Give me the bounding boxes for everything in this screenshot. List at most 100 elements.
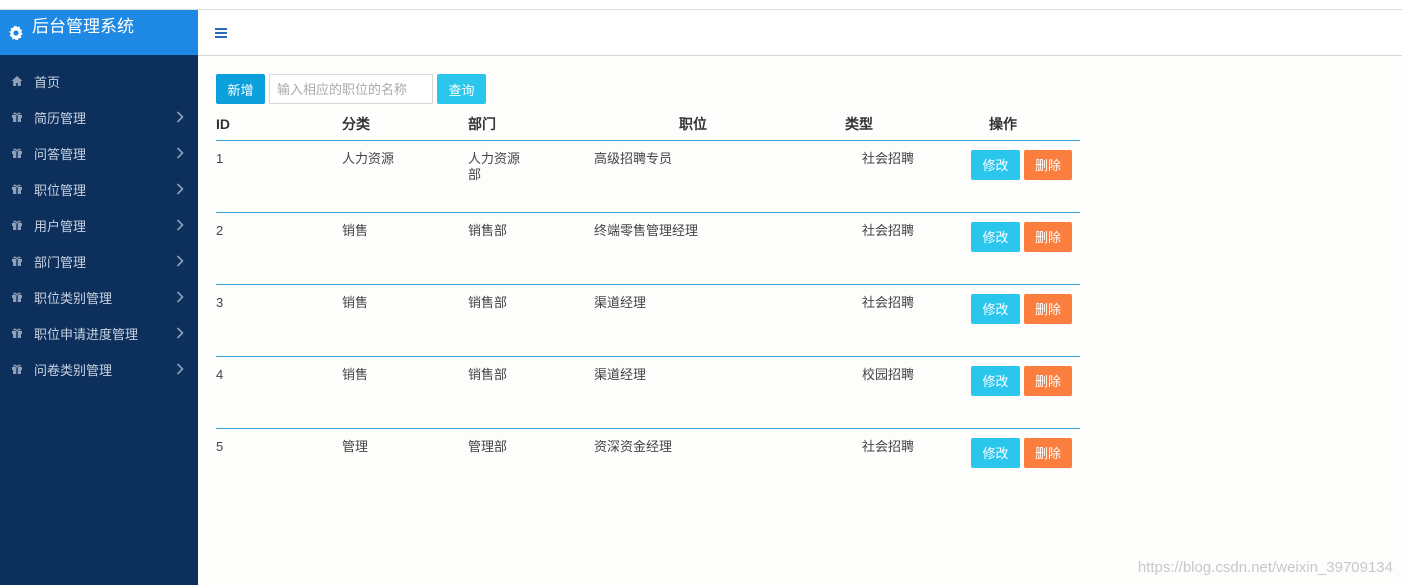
row-actions: 修改 删除 (971, 149, 1080, 180)
cell-id: 2 (216, 212, 342, 285)
gift-icon (12, 328, 22, 338)
gift-icon (12, 112, 22, 122)
header-type: 类型 (792, 108, 926, 141)
table-row: 3 销售 销售部 渠道经理 社会招聘 修改 删除 (216, 284, 1080, 357)
sidebar-item-label: 职位申请进度管理 (34, 326, 139, 342)
sidebar-item-label: 用户管理 (34, 218, 87, 234)
table-row: 2 销售 销售部 终端零售管理经理 社会招聘 修改 删除 (216, 212, 1080, 285)
cell-type: 社会招聘 (862, 438, 915, 454)
sidebar: 后台管理系统 首页 简历管理问答管理职位管理用户管理部门管理职位类别管理职位申请进… (0, 10, 198, 585)
chevron-right-icon (176, 327, 184, 339)
sidebar-item[interactable]: 首页 (0, 63, 198, 99)
sidebar-item-label: 问卷类别管理 (34, 362, 113, 378)
delete-button[interactable]: 删除 (1024, 437, 1072, 468)
cell-position: 终端零售管理经理 (594, 212, 792, 285)
cell-department: 销售部 (468, 294, 508, 310)
cell-id: 1 (216, 140, 342, 213)
cell-department: 管理部 (468, 438, 508, 454)
cell-operations: 修改 删除 (926, 356, 1080, 429)
chevron-right-icon (176, 147, 184, 159)
sidebar-item[interactable]: 职位类别管理 (0, 279, 198, 315)
cell-department-wrap: 管理部 (468, 428, 594, 500)
delete-button[interactable]: 删除 (1024, 293, 1072, 324)
row-actions: 修改 删除 (971, 221, 1080, 252)
query-button[interactable]: 查询 (437, 74, 486, 104)
sidebar-item-label: 问答管理 (34, 146, 87, 162)
chevron-right-icon (176, 291, 184, 303)
delete-button[interactable]: 删除 (1024, 221, 1072, 252)
row-actions: 修改 删除 (971, 365, 1080, 396)
cell-operations: 修改 删除 (926, 428, 1080, 500)
positions-table: ID 分类 部门 职位 类型 操作 1 人力资源 人力资源部 高级招聘专员 社会招聘 修改… (216, 108, 1080, 500)
sidebar-menu: 首页 简历管理问答管理职位管理用户管理部门管理职位类别管理职位申请进度管理 问卷类别… (0, 55, 198, 387)
cell-type-wrap: 校园招聘 (792, 356, 926, 429)
window-top-strip (0, 0, 1402, 10)
watermark: https://blog.csdn.net/weixin_39709134 (1137, 559, 1393, 576)
table-row: 5 管理 管理部 资深资金经理 社会招聘 修改 删除 (216, 428, 1080, 500)
edit-button[interactable]: 修改 (971, 365, 1020, 396)
cell-position: 渠道经理 (594, 356, 792, 429)
row-actions: 修改 删除 (971, 293, 1080, 324)
cell-position: 资深资金经理 (594, 438, 673, 454)
cell-category: 销售 (342, 212, 468, 285)
edit-button[interactable]: 修改 (971, 293, 1020, 324)
sidebar-item[interactable]: 职位管理 (0, 171, 198, 207)
cell-id: 4 (216, 356, 342, 429)
sidebar-item[interactable]: 简历管理 (0, 99, 198, 135)
chevron-right-icon (176, 183, 184, 195)
delete-button[interactable]: 删除 (1024, 149, 1072, 180)
header-position: 职位 (594, 108, 792, 141)
cell-operations: 修改 删除 (926, 212, 1080, 285)
gift-icon (12, 364, 22, 374)
home-icon (11, 76, 23, 86)
sidebar-item[interactable]: 用户管理 (0, 207, 198, 243)
cell-category: 人力资源 (342, 140, 468, 213)
sidebar-item[interactable]: 职位申请进度管理 (0, 315, 198, 351)
sidebar-item[interactable]: 问答管理 (0, 135, 198, 171)
delete-button[interactable]: 删除 (1024, 365, 1072, 396)
cell-operations: 修改 删除 (926, 284, 1080, 357)
hamburger-menu-icon[interactable] (215, 27, 227, 38)
cell-id: 3 (216, 284, 342, 357)
sidebar-item[interactable]: 部门管理 (0, 243, 198, 279)
edit-button[interactable]: 修改 (971, 149, 1020, 180)
gift-icon (12, 256, 22, 266)
cell-type-wrap: 社会招聘 (792, 428, 926, 500)
cell-type: 社会招聘 (862, 222, 915, 238)
header-category: 分类 (342, 108, 468, 141)
edit-button[interactable]: 修改 (971, 221, 1020, 252)
position-search-input[interactable] (269, 74, 433, 104)
gift-icon (12, 220, 22, 230)
cell-operations: 修改 删除 (926, 140, 1080, 213)
header-department: 部门 (468, 108, 594, 141)
cell-department-wrap: 销售部 (468, 284, 594, 357)
header-id: ID (216, 108, 342, 141)
row-actions: 修改 删除 (971, 437, 1080, 468)
sidebar-item-label: 职位类别管理 (34, 290, 113, 306)
table-header-row: ID 分类 部门 职位 类型 操作 (216, 108, 1080, 141)
sidebar-item[interactable]: 问卷类别管理 (0, 351, 198, 387)
cell-department: 销售部 (468, 366, 508, 382)
main-content: 新增 查询 ID 分类 部门 职位 类型 操作 1人力资源人力资源部 高级招聘专员… (198, 56, 1402, 585)
chevron-right-icon (176, 363, 184, 375)
gift-icon (12, 184, 22, 194)
add-button[interactable]: 新增 (216, 74, 265, 104)
cell-department-wrap: 人力资源部 (468, 140, 594, 213)
cell-department-wrap: 销售部 (468, 212, 594, 285)
brand-header: 后台管理系统 (0, 10, 198, 55)
sidebar-item-label: 部门管理 (34, 254, 87, 270)
cell-position: 高级招聘专员 (594, 140, 792, 213)
chevron-right-icon (176, 219, 184, 231)
cell-department-wrap: 销售部 (468, 356, 594, 429)
cell-type-wrap: 社会招聘 (792, 284, 926, 357)
edit-button[interactable]: 修改 (971, 437, 1020, 468)
cell-category: 销售 (342, 284, 468, 357)
table-row: 4 销售 销售部 渠道经理 校园招聘 修改 删除 (216, 356, 1080, 429)
sidebar-item-label: 职位管理 (34, 182, 87, 198)
cell-position: 渠道经理 (594, 284, 792, 357)
cell-type: 社会招聘 (862, 150, 915, 166)
toolbar: 新增 查询 (216, 74, 486, 104)
cell-type-wrap: 社会招聘 (792, 140, 926, 213)
cell-type: 社会招聘 (862, 294, 915, 310)
header-operations: 操作 (926, 108, 1080, 141)
